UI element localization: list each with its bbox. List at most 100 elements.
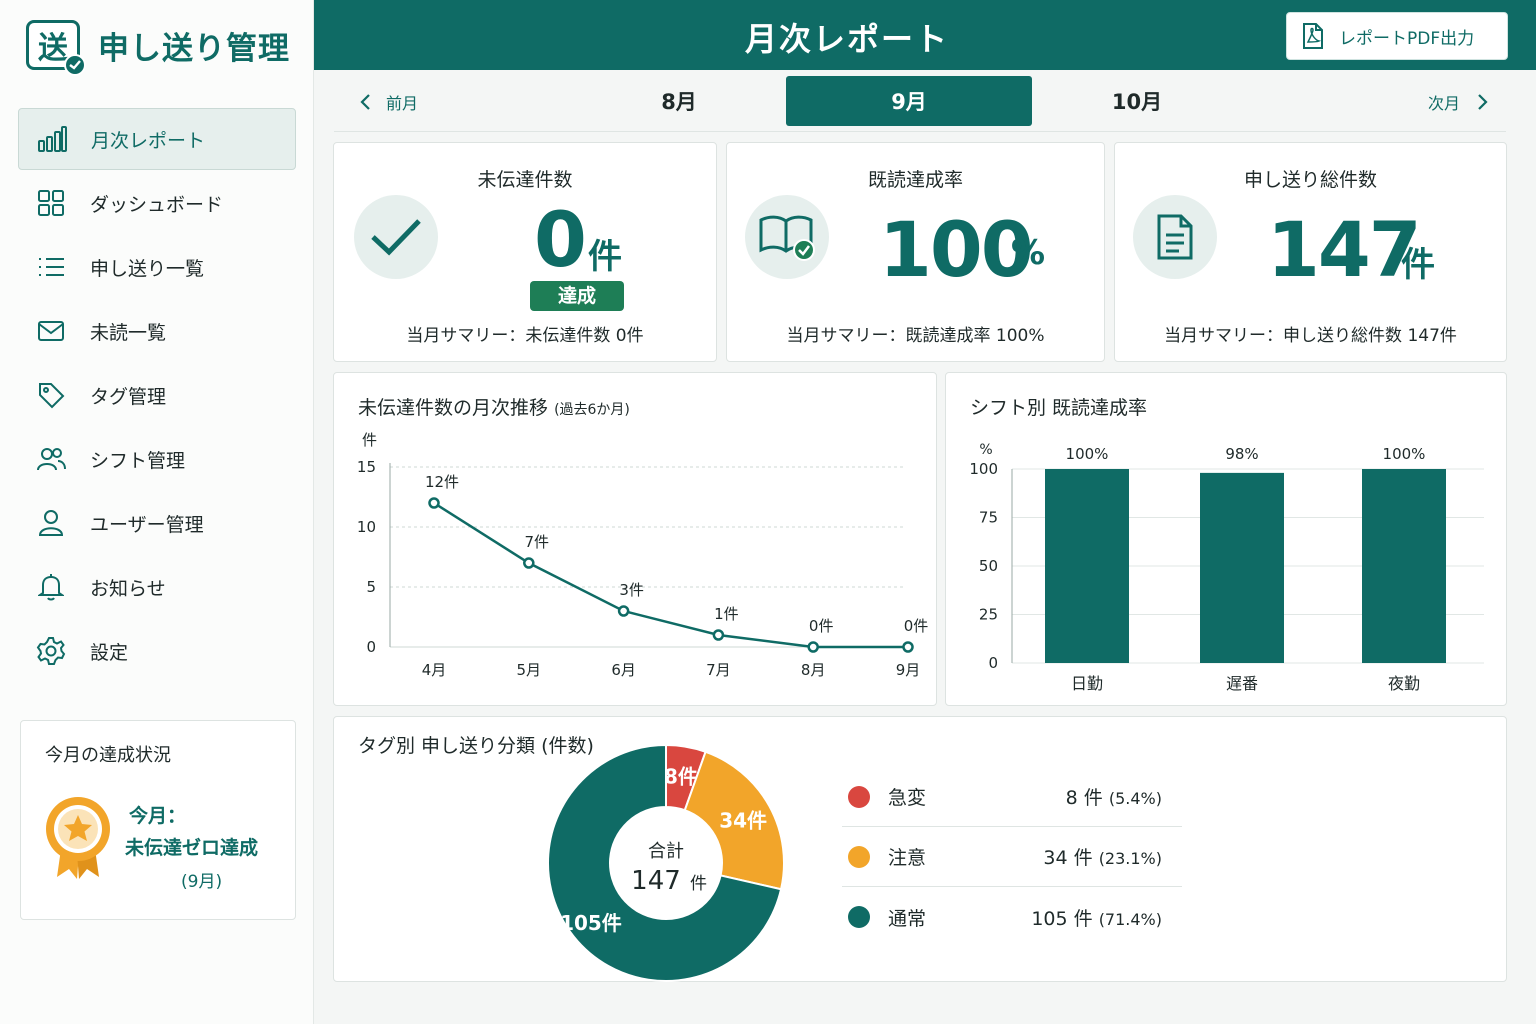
donut-chart-card: タグ別 申し送り分類 (件数) 8件 34件 105件 合計 147 件 急変 8 件 (… [333, 716, 1507, 982]
legend-dot [848, 845, 870, 868]
prev-month-button[interactable]: 前月 [356, 90, 418, 114]
sidebar-item-notices[interactable]: お知らせ [18, 556, 296, 618]
data-label: 1件 [714, 605, 739, 623]
data-label: 12件 [425, 473, 459, 491]
data-label: 98% [1225, 445, 1258, 463]
next-month-button[interactable]: 次月 [1428, 90, 1492, 114]
legend-label: 注意 [888, 847, 927, 869]
sidebar-item-handover-list[interactable]: 申し送り一覧 [18, 236, 296, 298]
data-label: 0件 [904, 617, 929, 635]
y-tick-label: 25 [979, 606, 998, 624]
line-chart-card: 未伝達件数の月次推移 (過去6か月) 件 0 5 10 15 12件 4月 7件 5月 3件 6月 1… [333, 372, 937, 706]
sidebar-nav: 月次レポート ダッシュボード 申し送り一覧 未読一覧 タグ管理 シフト管理 ユー… [18, 108, 296, 684]
export-pdf-label: レポートPDF出力 [1339, 28, 1475, 49]
data-label: 3件 [619, 581, 644, 599]
data-point [617, 605, 630, 617]
bar-chart-card: シフト別 既読達成率 % 0 25 50 75 100 100% 日勤 98% 遅番 100% 夜勤 [945, 372, 1507, 706]
legend-value: 8 件 (5.4%) [1066, 783, 1162, 810]
sidebar-item-label: 月次レポート [91, 129, 206, 152]
slice-label: 34件 [719, 809, 767, 833]
list-icon [34, 250, 68, 284]
legend-count: 34 [1043, 847, 1068, 869]
y-tick-label: 0 [988, 654, 998, 672]
x-tick-label: 7月 [706, 661, 731, 679]
legend-label: 急変 [888, 787, 927, 809]
bell-icon [34, 570, 68, 604]
pdf-file-icon [1303, 23, 1323, 49]
data-label: 100% [1066, 445, 1109, 463]
bar [1362, 469, 1446, 663]
achievement-line2: 未伝達ゼロ達成 [125, 837, 259, 859]
legend-item: 通常 105 件 (71.4%) [842, 887, 1182, 947]
prev-month-label: 前月 [386, 94, 419, 113]
sidebar-item-label: 設定 [90, 641, 129, 664]
page-header: 月次レポート レポートPDF出力 [314, 0, 1536, 70]
legend-count: 8 [1065, 787, 1078, 809]
grid-icon [34, 186, 68, 220]
users-icon [34, 442, 68, 476]
status-badge: 達成 [530, 281, 624, 311]
legend-pct: (5.4%) [1108, 789, 1162, 808]
logo-check-icon [64, 54, 86, 76]
kpi-title: 申し送り総件数 [1243, 169, 1377, 191]
month-navigation: 前月 8月 9月 10月 次月 [334, 70, 1506, 132]
legend-count: 105 [1031, 907, 1068, 930]
logo-char: 送 [38, 31, 68, 66]
x-tick-label: 9月 [896, 661, 921, 679]
sidebar-item-shift-management[interactable]: シフト管理 [18, 428, 296, 490]
sidebar-item-settings[interactable]: 設定 [18, 620, 296, 682]
legend-item: 注意 34 件 (23.1%) [842, 827, 1182, 887]
y-tick-label: 15 [357, 458, 376, 476]
legend-item: 急変 8 件 (5.4%) [842, 767, 1182, 827]
y-tick-label: 5 [366, 578, 376, 596]
sidebar-item-user-management[interactable]: ユーザー管理 [18, 492, 296, 554]
y-tick-label: 0 [366, 638, 376, 656]
y-tick-label: 10 [357, 518, 376, 536]
kpi-value: 0 [534, 195, 587, 284]
sidebar-item-tag-management[interactable]: タグ管理 [18, 364, 296, 426]
sidebar-item-dashboard[interactable]: ダッシュボード [18, 172, 296, 234]
kpi-summary: 当月サマリー：申し送り総件数 147件 [1164, 326, 1457, 346]
legend-value: 34 件 (23.1%) [1043, 843, 1162, 870]
bar-chart-icon [35, 122, 69, 156]
mail-icon [34, 314, 68, 348]
legend-unit: 件 [1073, 847, 1093, 869]
donut-center-label: 合計 [648, 841, 684, 862]
tab-month-oct[interactable]: 10月 [1014, 76, 1260, 126]
legend-value: 105 件 (71.4%) [1031, 904, 1162, 931]
medal-icon [43, 793, 113, 887]
x-tick-label: 6月 [611, 661, 636, 679]
bar [1045, 469, 1129, 663]
kpi-unit: 件 [1401, 245, 1435, 285]
y-tick-label: 75 [979, 509, 998, 527]
app-title: 申し送り管理 [98, 30, 290, 67]
next-month-label: 次月 [1427, 94, 1460, 113]
x-tick-label: 5月 [517, 661, 542, 679]
kpi-summary: 当月サマリー：未伝達件数 0件 [406, 326, 644, 346]
line-chart: 件 0 5 10 15 12件 4月 7件 5月 3件 6月 1件 7月 0件 8月 0件 9月 [357, 431, 929, 679]
y-tick-label: 100 [969, 460, 998, 478]
donut-legend: 急変 8 件 (5.4%) 注意 34 件 (23.1%) 通常 105 件 (… [842, 767, 1182, 947]
app-logo[interactable]: 送 申し送り管理 [26, 20, 290, 76]
data-label: 0件 [809, 617, 834, 635]
gear-icon [34, 634, 68, 668]
achievement-card: 今月の達成状況 今月： 未伝達ゼロ達成 (9月) [20, 720, 296, 920]
tab-month-sep[interactable]: 9月 [786, 76, 1032, 126]
donut-center-unit: 件 [690, 874, 707, 894]
achievement-line1: 今月： [129, 805, 187, 827]
sidebar-item-label: ユーザー管理 [90, 513, 204, 536]
sidebar-item-monthly-report[interactable]: 月次レポート [18, 108, 296, 170]
sidebar-item-label: 未読一覧 [90, 321, 167, 344]
achievement-title: 今月の達成状況 [45, 745, 171, 766]
sidebar-item-unread-list[interactable]: 未読一覧 [18, 300, 296, 362]
data-point [712, 629, 725, 641]
page-title: 月次レポート [744, 20, 949, 58]
tab-month-aug[interactable]: 8月 [556, 76, 802, 126]
achievement-line3: (9月) [181, 872, 223, 892]
kpi-unit: % [1011, 233, 1046, 273]
donut-chart: 8件34件105件合計147 件 [547, 743, 785, 982]
legend-pct: (23.1%) [1098, 849, 1162, 868]
export-pdf-button[interactable]: レポートPDF出力 [1286, 12, 1508, 60]
tag-icon [34, 378, 68, 412]
sidebar-item-label: タグ管理 [90, 385, 167, 408]
